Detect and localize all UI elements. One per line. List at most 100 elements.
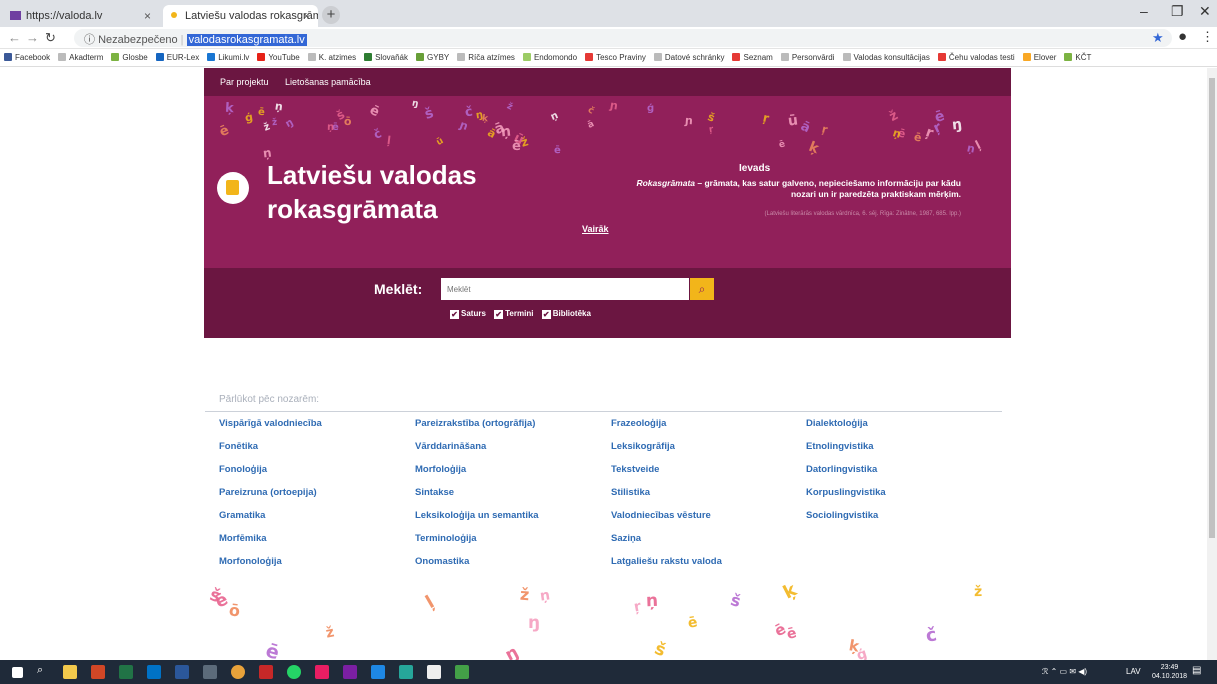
logo[interactable] — [217, 172, 249, 204]
category-link[interactable]: Onomastika — [415, 556, 539, 579]
bookmark-item[interactable]: Akadterm — [54, 50, 107, 62]
menu-icon[interactable]: ⋮ — [1201, 29, 1214, 45]
back-icon[interactable]: ← — [8, 30, 21, 45]
more-link[interactable]: Vairāk — [582, 224, 609, 234]
bookmark-item[interactable]: Ríča atzímes — [453, 50, 519, 62]
category-link[interactable]: Vārddarināšana — [415, 441, 539, 464]
app-icon[interactable] — [455, 665, 469, 679]
bookmark-item[interactable]: Glosbe — [107, 50, 151, 62]
maximize-icon[interactable]: ❐ — [1171, 3, 1184, 20]
bookmark-item[interactable]: Datové schránky — [650, 50, 729, 62]
checkbox-icon[interactable]: ✔ — [494, 310, 504, 319]
info-icon[interactable]: ⓘ — [84, 34, 95, 46]
category-link[interactable]: Datorlingvistika — [806, 464, 886, 487]
notifications-icon[interactable]: ▤ — [1192, 665, 1201, 676]
checkbox-icon[interactable]: ✔ — [450, 310, 459, 319]
nav-link-about[interactable]: Par projektu — [220, 77, 269, 87]
app-icon[interactable] — [371, 665, 385, 679]
category-link[interactable]: Latgaliešu rakstu valoda — [611, 556, 722, 579]
bookmark-item[interactable]: Facebook — [0, 50, 54, 62]
category-link[interactable]: Pareizrakstība (ortogrāfija) — [415, 418, 539, 441]
close-tab-icon[interactable]: × — [144, 9, 151, 23]
category-link[interactable]: Tekstveide — [611, 464, 722, 487]
category-link[interactable]: Morfonoloģija — [219, 556, 322, 579]
tray-icons[interactable]: ℛ ⌃ ▭ ✉ ◀) — [1042, 667, 1087, 676]
bookmark-item[interactable]: Endomondo — [519, 50, 581, 62]
forward-icon[interactable]: → — [26, 30, 39, 45]
bookmark-item[interactable]: Likumi.lv — [203, 50, 253, 62]
url-text[interactable]: valodasrokasgramata.lv — [186, 34, 307, 46]
bookmark-item[interactable]: Elover — [1019, 50, 1061, 62]
clock[interactable]: 23:49 04.10.2018 — [1152, 663, 1187, 681]
minimize-icon[interactable]: – — [1140, 3, 1148, 19]
category-link[interactable]: Morfoloģija — [415, 464, 539, 487]
category-link[interactable]: Saziņa — [611, 533, 722, 556]
filter-biblioteka[interactable]: ✔ Bibliotēka — [541, 309, 591, 319]
chrome-icon[interactable] — [231, 665, 245, 679]
category-link[interactable]: Pareizruna (ortoepija) — [219, 487, 322, 510]
new-tab-button[interactable]: + — [322, 6, 340, 24]
search-input[interactable] — [441, 278, 689, 300]
category-link[interactable]: Dialektoloģija — [806, 418, 886, 441]
category-link[interactable]: Etnolingvistika — [806, 441, 886, 464]
app-icon[interactable] — [315, 665, 329, 679]
site-title[interactable]: Latviešu valodas rokasgrāmata — [267, 158, 527, 226]
page-scrollbar[interactable] — [1207, 68, 1217, 660]
bookmark-item[interactable]: Personvārdi — [777, 50, 839, 62]
filter-saturs[interactable]: ✔ Saturs — [450, 309, 486, 319]
bookmark-item[interactable]: GYBY — [412, 50, 453, 62]
category-link[interactable]: Morfēmika — [219, 533, 322, 556]
word-icon[interactable] — [175, 665, 189, 679]
scrollbar-thumb[interactable] — [1209, 78, 1215, 538]
bookmark-item[interactable]: YouTube — [253, 50, 303, 62]
profile-icon[interactable]: ● — [1178, 28, 1187, 45]
category-link[interactable]: Sociolingvistika — [806, 510, 886, 533]
filter-termini[interactable]: ✔ Termini — [494, 309, 533, 319]
search-button[interactable]: ⌕ — [690, 278, 714, 300]
search-icon[interactable]: ⌕ — [37, 664, 43, 677]
category-link[interactable]: Leksikogrāfija — [611, 441, 722, 464]
category-link[interactable]: Vispārīgā valodniecība — [219, 418, 322, 441]
category-link[interactable]: Fonoloģija — [219, 464, 322, 487]
close-window-icon[interactable]: ✕ — [1199, 3, 1211, 20]
category-link[interactable]: Sintakse — [415, 487, 539, 510]
checkbox-icon[interactable]: ✔ — [541, 310, 551, 319]
category-link[interactable]: Leksikoloģija un semantika — [415, 510, 539, 533]
address-bar[interactable]: ⓘ Nezabezpečeno | valodasrokasgramata.lv — [74, 29, 1172, 47]
file-explorer-icon[interactable] — [63, 665, 77, 679]
decorative-letter: ū — [434, 136, 446, 148]
excel-icon[interactable] — [119, 665, 133, 679]
bookmark-item[interactable]: Tesco Praviny — [581, 50, 650, 62]
app-icon[interactable] — [399, 665, 413, 679]
whatsapp-icon[interactable] — [287, 665, 301, 679]
category-link[interactable]: Gramatika — [219, 510, 322, 533]
tab-valoda[interactable]: https://valoda.lv × — [4, 5, 159, 27]
acrobat-icon[interactable] — [259, 665, 273, 679]
close-tab-icon[interactable]: × — [303, 9, 310, 23]
bookmark-item[interactable]: Valodas konsultācijas — [839, 50, 934, 62]
app-icon[interactable] — [343, 665, 357, 679]
outlook-icon[interactable] — [147, 665, 161, 679]
bookmark-item[interactable]: K. atzimes — [304, 50, 360, 62]
category-link[interactable]: Stilistika — [611, 487, 722, 510]
reload-icon[interactable]: ↻ — [45, 30, 56, 46]
language-indicator[interactable]: LAV — [1126, 667, 1141, 676]
category-link[interactable]: Korpuslingvistika — [806, 487, 886, 510]
category-link[interactable]: Terminoloģija — [415, 533, 539, 556]
windows-start-icon[interactable] — [12, 667, 23, 678]
bookmark-item[interactable]: KČT — [1060, 50, 1095, 62]
bookmark-item[interactable]: Seznam — [728, 50, 776, 62]
bookmark-item[interactable]: Slovaňák — [360, 50, 412, 62]
notepad-icon[interactable] — [427, 665, 441, 679]
bookmark-item[interactable]: EUR-Lex — [152, 50, 203, 62]
bookmark-item[interactable]: Čehu valodas testi — [934, 50, 1019, 62]
tab-rokasgramata[interactable]: Latviešu valodas rokasgrāmata × — [163, 5, 318, 27]
calculator-icon[interactable] — [203, 665, 217, 679]
nav-link-guide[interactable]: Lietošanas pamācība — [285, 77, 371, 87]
category-link[interactable]: Fonētika — [219, 441, 322, 464]
bookmark-star-icon[interactable]: ★ — [1152, 30, 1164, 46]
bookmark-label: Facebook — [15, 53, 51, 62]
powerpoint-icon[interactable] — [91, 665, 105, 679]
category-link[interactable]: Valodniecības vēsture — [611, 510, 722, 533]
category-link[interactable]: Frazeoloģija — [611, 418, 722, 441]
